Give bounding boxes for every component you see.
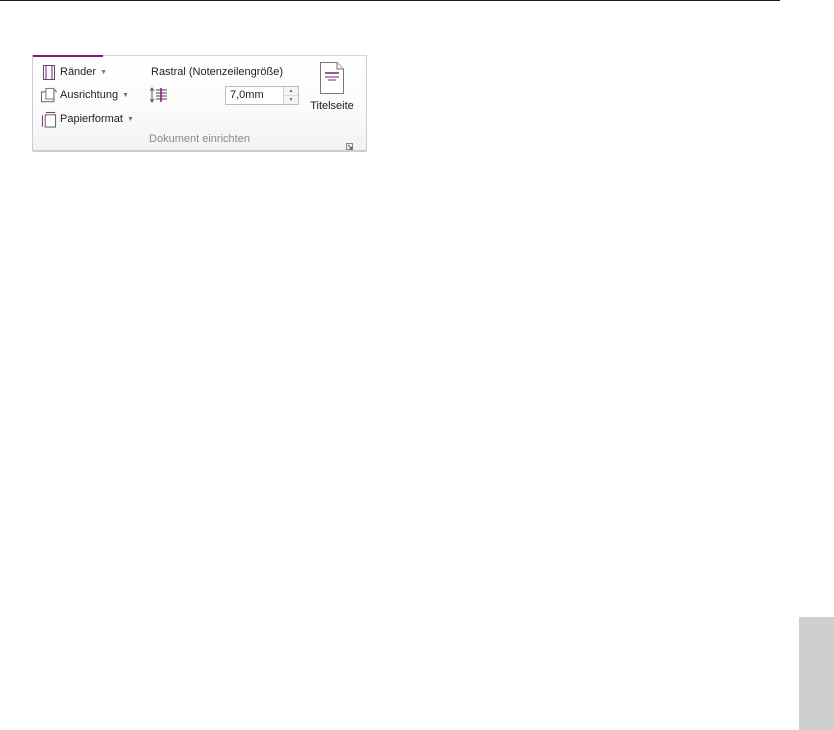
orientation-label: Ausrichtung [60, 89, 119, 101]
ribbon-tab-accent [33, 55, 103, 57]
spinner-buttons: ▲ ▼ [283, 87, 298, 104]
rastral-size-input[interactable]: 7,0mm [226, 87, 283, 104]
dialog-launcher-icon[interactable] [345, 138, 354, 150]
title-page-button[interactable]: Titelseite [304, 59, 360, 119]
paper-format-button[interactable]: Papierformat ▼ [41, 111, 134, 127]
paper-format-dropdown-arrow[interactable]: ▼ [127, 116, 134, 123]
margins-dropdown-arrow[interactable]: ▼ [100, 69, 107, 76]
orientation-icon [41, 87, 57, 103]
margins-icon [41, 64, 57, 80]
paper-format-label: Papierformat [60, 113, 123, 125]
page-top-rule [0, 0, 780, 1]
margins-label: Ränder [60, 66, 97, 78]
paper-format-icon [41, 111, 57, 127]
side-tab-marker [799, 617, 834, 730]
title-page-label: Titelseite [310, 100, 354, 112]
orientation-dropdown-arrow[interactable]: ▼ [122, 92, 129, 99]
group-label: Dokument einrichten [149, 133, 250, 145]
staff-size-icon [149, 87, 168, 103]
spinner-down-arrow-icon[interactable]: ▼ [284, 95, 298, 104]
ribbon-group-document-setup: Ränder ▼ Ausrichtung ▼ Papierformat ▼ Ra… [32, 55, 367, 152]
orientation-button[interactable]: Ausrichtung ▼ [41, 87, 129, 103]
rastral-label: Rastral (Notenzeilengröße) [151, 66, 284, 78]
spinner-up-arrow-icon[interactable]: ▲ [284, 87, 298, 95]
rastral-size-spinner[interactable]: 7,0mm ▲ ▼ [225, 86, 299, 105]
title-page-icon [320, 62, 344, 94]
ribbon-bottom-border [33, 150, 366, 151]
margins-button[interactable]: Ränder ▼ [41, 64, 107, 80]
